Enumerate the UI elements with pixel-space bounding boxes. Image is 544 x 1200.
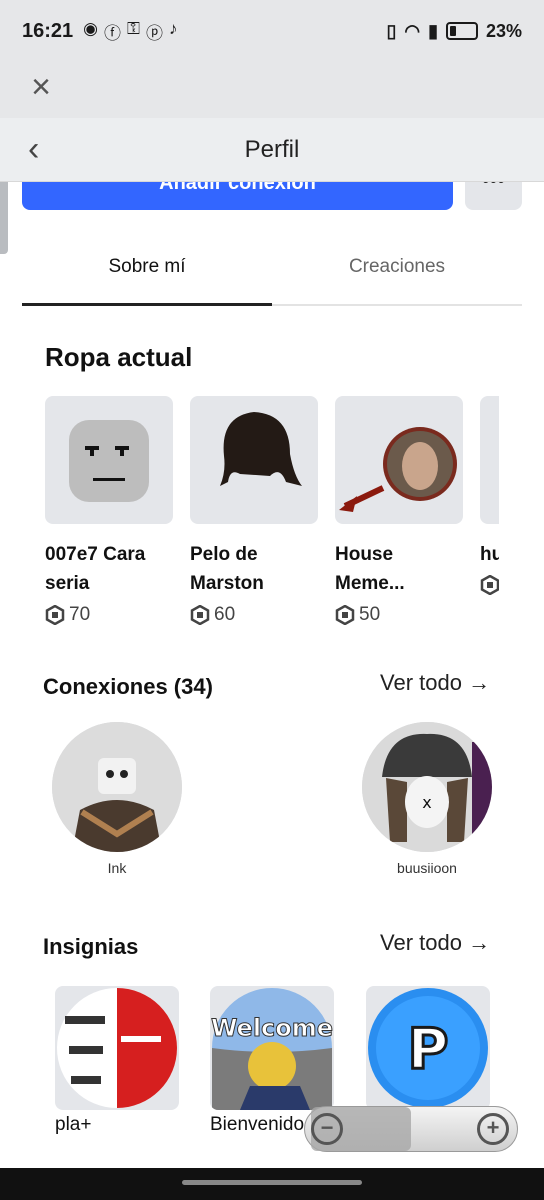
badge-image: P [368, 988, 488, 1108]
battery-percent: 23% [485, 20, 522, 41]
battery-icon [445, 22, 478, 40]
item-name: House Meme... [335, 544, 405, 594]
item-price [480, 575, 499, 595]
connection-item[interactable]: Ink [52, 722, 182, 876]
page-title: Perfil [244, 136, 300, 163]
connection-name: Ink [107, 860, 127, 876]
avatar: x [362, 722, 492, 852]
system-nav-bar [0, 1168, 544, 1200]
item-name: 007e7 Cara seria [45, 544, 146, 594]
home-indicator[interactable] [182, 1180, 362, 1185]
connections-title: Conexiones (34) [43, 674, 213, 699]
outfit-item[interactable]: Pelo de Marston 60 [190, 396, 318, 626]
badge-image: Welcome [210, 988, 334, 1110]
outfit-item[interactable]: hu ov [480, 396, 499, 595]
tab-creations[interactable]: Creaciones [272, 240, 522, 304]
item-thumbnail [190, 396, 318, 524]
status-bar: 16:21 ◉ ⓕ ⚿ ⓟ ♪ ▯ ◠ ▮ 23% [0, 0, 544, 62]
page-header: ‹ Perfil [0, 118, 544, 182]
badge-thumbnail: P [366, 986, 490, 1110]
connection-name: buusiioon [397, 860, 457, 876]
notification-icons: ◉ ⓕ ⚿ ⓟ ♪ [83, 19, 177, 44]
signal-icon: ▮ [428, 20, 438, 41]
svg-text:x: x [422, 793, 431, 812]
house-meme-icon [339, 427, 457, 512]
profile-tabs: Sobre mí Creaciones [22, 240, 522, 306]
vibrate-icon: ▯ [386, 20, 397, 41]
connections-view-all-link[interactable]: Ver todo → [380, 670, 490, 696]
key-icon: ⚿ [127, 18, 140, 38]
pinterest-icon: ⓟ [145, 23, 163, 43]
badges-title: Insignias [43, 934, 139, 959]
outfit-list: 007e7 Cara seria 70 Pelo de Marston 60 H… [45, 396, 499, 646]
badge-name: pla+ [55, 1114, 92, 1135]
browser-close-bar: × [0, 62, 544, 118]
welcome-text: Welcome [211, 1014, 333, 1042]
connection-item[interactable]: x buusiioon [362, 722, 492, 876]
wifi-icon: ◠ [404, 20, 421, 41]
whatsapp-icon: ◉ [83, 18, 98, 38]
item-name: hu ov [480, 544, 499, 565]
item-price: 50 [335, 604, 463, 626]
outfit-item[interactable]: 007e7 Cara seria 70 [45, 396, 173, 626]
item-name: Pelo de Marston [190, 544, 264, 594]
badge-item[interactable]: pla+ [55, 986, 179, 1136]
badge-thumbnail [55, 986, 179, 1110]
avatar-image: x [362, 722, 492, 852]
price-value: 50 [359, 604, 381, 625]
close-icon[interactable]: × [26, 70, 56, 104]
tiktok-icon: ♪ [168, 18, 178, 38]
price-value: 70 [69, 604, 91, 625]
badge-item[interactable]: P [366, 986, 490, 1110]
badge-image [57, 988, 177, 1108]
item-thumbnail [335, 396, 463, 524]
avatar-image [52, 722, 182, 852]
avatar [52, 722, 182, 852]
item-price: 70 [45, 604, 173, 626]
hair-icon [220, 412, 302, 486]
status-time: 16:21 [22, 19, 74, 42]
robux-icon [45, 605, 65, 625]
badge-thumbnail: Welcome [210, 986, 334, 1110]
face-icon [69, 420, 149, 502]
robux-icon [335, 605, 355, 625]
badges-view-all-link[interactable]: Ver todo → [380, 930, 490, 956]
zoom-control[interactable]: − + [304, 1106, 518, 1152]
robux-icon [480, 575, 499, 595]
zoom-out-icon[interactable]: − [311, 1113, 343, 1145]
system-status: ▯ ◠ ▮ 23% [386, 21, 522, 42]
zoom-in-icon[interactable]: + [477, 1113, 509, 1145]
outfit-item[interactable]: House Meme... 50 [335, 396, 463, 626]
price-value: 60 [214, 604, 236, 625]
robux-icon [190, 605, 210, 625]
tab-about[interactable]: Sobre mí [22, 240, 272, 306]
outfit-title: Ropa actual [45, 342, 193, 372]
badge-letter: P [407, 1017, 448, 1082]
battery-fill [449, 26, 457, 36]
item-price: 60 [190, 604, 318, 626]
facebook-icon: ⓕ [104, 23, 121, 43]
item-thumbnail [480, 396, 499, 524]
item-thumbnail [45, 396, 173, 524]
